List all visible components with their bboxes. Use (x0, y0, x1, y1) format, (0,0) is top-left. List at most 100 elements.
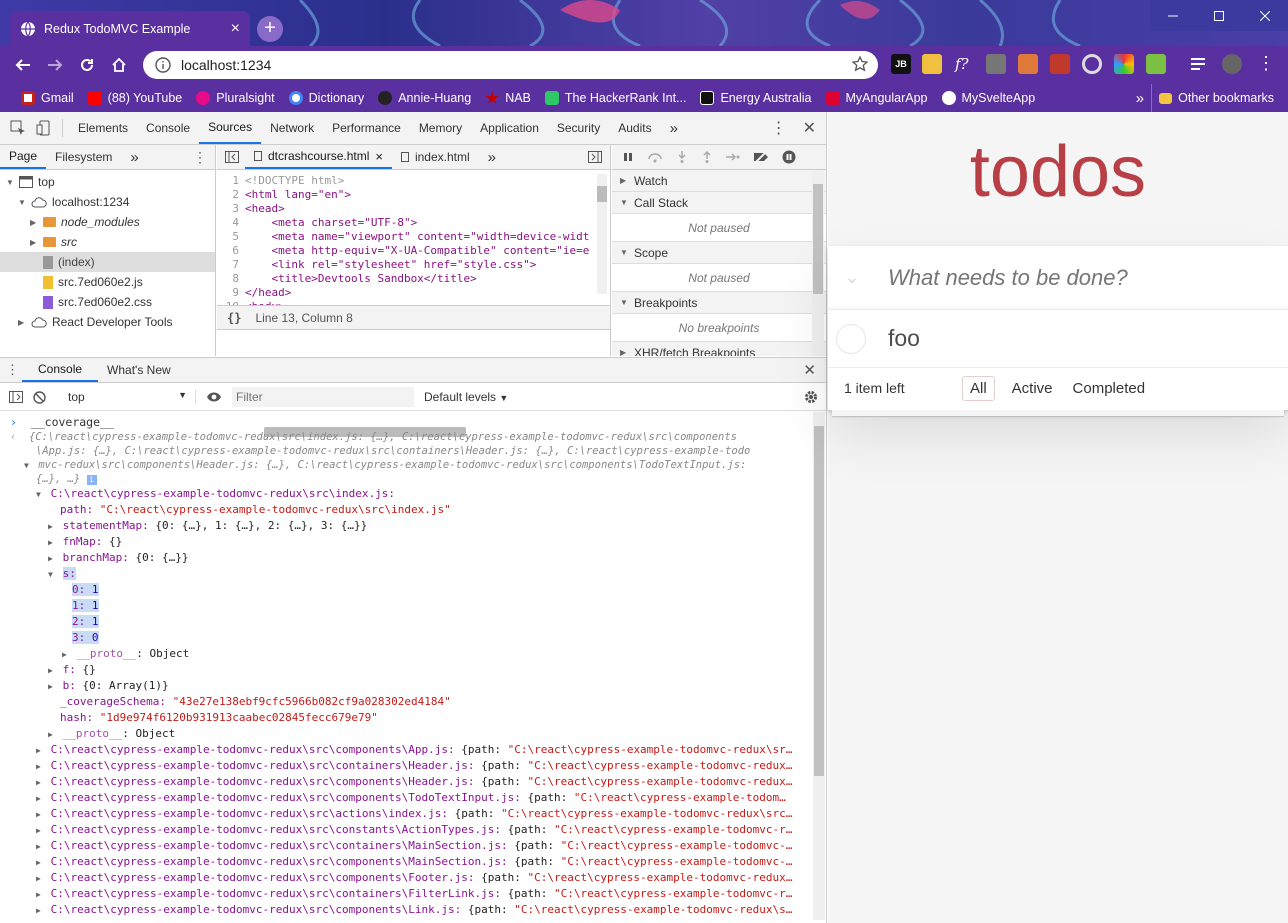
toggle-all-icon[interactable]: ⌄ (828, 267, 876, 288)
jetbrains-extension-icon[interactable]: JB (891, 54, 911, 74)
minimize-button[interactable] (1150, 0, 1196, 31)
step-out-icon[interactable] (701, 151, 713, 163)
navigator-menu-icon[interactable]: ⋮ (193, 149, 207, 166)
color-picker-extension-icon[interactable] (1018, 54, 1038, 74)
filter-all[interactable]: All (962, 375, 995, 401)
notes-extension-icon[interactable] (922, 54, 942, 74)
tree-top[interactable]: ▼ top (0, 172, 215, 192)
forward-button[interactable] (42, 52, 68, 78)
tree-node-file[interactable]: ▶ C:\react\cypress-example-todomvc-redux… (0, 822, 812, 838)
info-badge-icon[interactable]: i (86, 475, 97, 485)
reading-list-icon[interactable] (1189, 54, 1209, 74)
step-icon[interactable] (726, 151, 740, 163)
watch-section[interactable]: ▶ Watch (612, 170, 826, 192)
bookmark-github[interactable]: Annie-Huang (371, 84, 478, 112)
tree-node-file[interactable]: ▶ C:\react\cypress-example-todomvc-redux… (0, 902, 812, 918)
tree-node-file[interactable]: ▶ C:\react\cypress-example-todomvc-redux… (0, 790, 812, 806)
pause-on-exceptions-icon[interactable] (782, 150, 796, 164)
editor-v-scrollbar[interactable] (597, 174, 607, 294)
pause-icon[interactable] (622, 151, 634, 163)
debugger-scrollbar[interactable] (812, 170, 824, 356)
property-branch-map[interactable]: ▶ branchMap: {0: {…}} (0, 550, 812, 566)
property-f[interactable]: ▶ f: {} (0, 662, 812, 678)
device-toggle-icon[interactable] (36, 120, 52, 136)
inspect-icon[interactable] (10, 120, 26, 136)
browser-tab[interactable]: Redux TodoMVC Example × (10, 11, 250, 46)
bookmark-nab[interactable]: NAB (478, 84, 538, 112)
close-icon[interactable]: × (375, 149, 383, 164)
tab-network[interactable]: Network (261, 112, 323, 144)
filter-active[interactable]: Active (1005, 377, 1060, 400)
tab-memory[interactable]: Memory (410, 112, 471, 144)
info-icon[interactable] (155, 57, 171, 73)
console-output[interactable]: › __coverage__ ‹ {C:\react\cypress-examp… (0, 412, 812, 923)
tab-page[interactable]: Page (0, 145, 47, 169)
toggle-debugger-icon[interactable] (588, 151, 602, 163)
tree-node-file[interactable]: ▶ C:\react\cypress-example-todomvc-redux… (0, 838, 812, 854)
tree-node-file[interactable]: ▶ C:\react\cypress-example-todomvc-redux… (0, 742, 812, 758)
clear-console-icon[interactable] (33, 390, 46, 404)
tree-folder-src[interactable]: ▶ src (0, 232, 215, 252)
tree-host[interactable]: ▼ localhost:1234 (0, 192, 215, 212)
more-navigator-tabs[interactable]: » (121, 145, 147, 169)
property-proto[interactable]: ▶ __proto__: Object (0, 726, 812, 742)
new-todo-input[interactable] (888, 264, 1268, 291)
pretty-print-button[interactable]: {} (227, 311, 241, 325)
toggle-navigator-icon[interactable] (225, 151, 239, 163)
palette-extension-icon[interactable] (1114, 54, 1134, 74)
home-button[interactable] (106, 52, 132, 78)
expand-icon[interactable]: ▼ (24, 459, 32, 473)
console-filter-input[interactable] (232, 387, 414, 407)
maximize-button[interactable] (1196, 0, 1242, 31)
bookmark-hackerrank[interactable]: The HackerRank Int... (538, 84, 694, 112)
eye-icon[interactable] (206, 391, 222, 403)
tab-filesystem[interactable]: Filesystem (46, 145, 121, 169)
address-bar[interactable]: localhost:1234 (143, 51, 878, 79)
more-editor-tabs[interactable]: » (479, 145, 505, 169)
chart-extension-icon[interactable] (1146, 54, 1166, 74)
reload-button[interactable] (74, 52, 100, 78)
other-bookmarks[interactable]: Other bookmarks (1151, 84, 1288, 112)
step-into-icon[interactable] (676, 151, 688, 163)
more-bookmarks-button[interactable]: » (1129, 84, 1151, 112)
tree-file-css[interactable]: src.7ed060e2.css (0, 292, 215, 312)
target-extension-icon[interactable] (1082, 54, 1102, 74)
tab-security[interactable]: Security (548, 112, 609, 144)
tab-elements[interactable]: Elements (69, 112, 137, 144)
levels-dropdown[interactable]: Default levels ▼ (424, 390, 508, 404)
property-fn-map[interactable]: ▶ fnMap: {} (0, 534, 812, 550)
tree-file-js[interactable]: src.7ed060e2.js (0, 272, 215, 292)
tab-sources[interactable]: Sources (199, 112, 262, 144)
avatar[interactable] (1222, 54, 1242, 74)
bookmark-angular[interactable]: MyAngularApp (819, 84, 935, 112)
close-devtools-icon[interactable]: ✕ (803, 118, 816, 138)
camera-extension-icon[interactable] (986, 54, 1006, 74)
property-b[interactable]: ▶ b: {0: Array(1)} (0, 678, 812, 694)
tree-file-index[interactable]: (index) (0, 252, 215, 272)
more-tabs-button[interactable]: » (661, 112, 687, 144)
property-statement-map[interactable]: ▶ statementMap: {0: {…}, 1: {…}, 2: {…},… (0, 518, 812, 534)
tree-node-file[interactable]: ▶ C:\react\cypress-example-todomvc-redux… (0, 854, 812, 870)
tab-console[interactable]: Console (137, 112, 199, 144)
editor-tab-dtcrashcourse[interactable]: dtcrashcourse.html × (245, 145, 392, 169)
breakpoints-section[interactable]: ▼ Breakpoints (612, 292, 826, 314)
editor-tab-index[interactable]: index.html (392, 145, 479, 169)
step-over-icon[interactable] (647, 151, 663, 163)
close-drawer-icon[interactable]: ✕ (803, 361, 816, 379)
bookmark-dictionary[interactable]: Dictionary (282, 84, 372, 112)
star-icon[interactable] (852, 56, 868, 72)
drawer-tab-console[interactable]: Console (22, 358, 99, 382)
bookmark-youtube[interactable]: (88) YouTube (81, 84, 190, 112)
tree-folder-node-modules[interactable]: ▶ node_modules (0, 212, 215, 232)
context-selector[interactable]: top ▼ (56, 390, 196, 404)
bookmark-energy-australia[interactable]: Energy Australia (693, 84, 818, 112)
tab-application[interactable]: Application (471, 112, 548, 144)
xhr-breakpoints-section[interactable]: ▶ XHR/fetch Breakpoints (612, 342, 826, 356)
bookmark-gmail[interactable]: Gmail (14, 84, 81, 112)
font-extension-icon[interactable]: f? (955, 54, 975, 74)
drawer-tab-whats-new[interactable]: What's New (98, 358, 180, 382)
call-stack-section[interactable]: ▼ Call Stack (612, 192, 826, 214)
ublock-extension-icon[interactable] (1050, 54, 1070, 74)
tree-node-file[interactable]: ▶ C:\react\cypress-example-todomvc-redux… (0, 758, 812, 774)
bookmark-pluralsight[interactable]: Pluralsight (189, 84, 281, 112)
